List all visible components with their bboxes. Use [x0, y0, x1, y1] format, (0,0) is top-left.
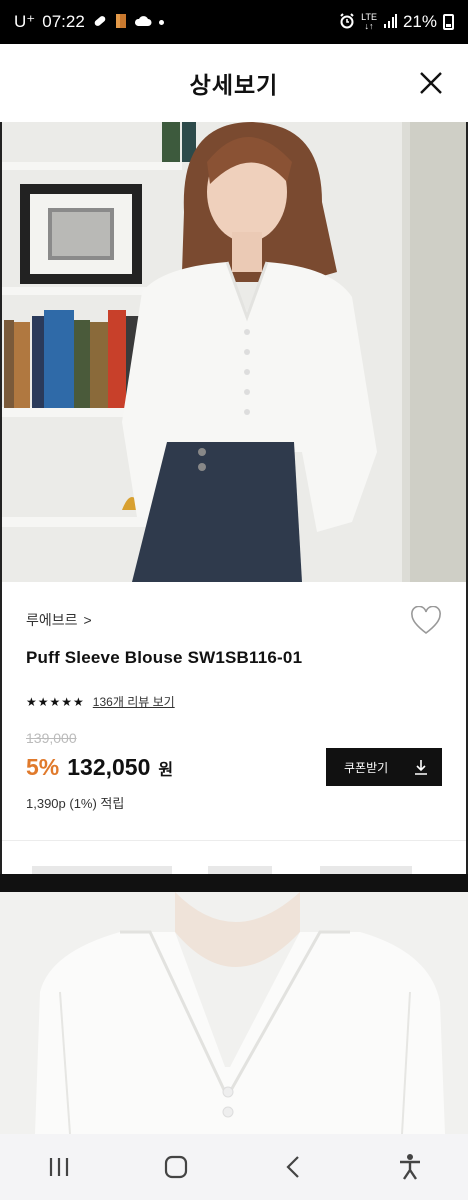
accessibility-button[interactable] — [380, 1142, 440, 1192]
product-card: 루에브르 > Puff Sleeve Blouse SW1SB116-01 ★★… — [0, 122, 468, 874]
coupon-download-button[interactable]: 쿠폰받기 — [326, 748, 442, 786]
home-button[interactable] — [146, 1142, 206, 1192]
app-screen: U⁺ 07:22 LTE ↓↑ 21% 상세보기 루에브르 > Puff Sle… — [0, 0, 468, 1200]
home-icon — [164, 1155, 187, 1179]
section-separator — [0, 874, 468, 892]
chevron-right-icon: > — [83, 612, 92, 628]
rating-row: ★★★★★ 136개 리뷰 보기 — [26, 693, 175, 710]
status-bar: U⁺ 07:22 LTE ↓↑ 21% — [0, 0, 468, 44]
battery-icon — [443, 14, 454, 30]
heart-icon — [411, 605, 441, 635]
carrier-label: U⁺ — [14, 12, 36, 31]
pill-icon — [92, 13, 108, 31]
reward-points: 1,390p (1%) 적립 — [26, 796, 125, 811]
recent-apps-icon — [49, 1158, 68, 1176]
brand-name: 루에브르 — [26, 612, 78, 628]
recent-apps-button[interactable] — [29, 1142, 89, 1192]
accessibility-icon — [399, 1154, 420, 1180]
download-icon — [415, 760, 427, 775]
back-button[interactable] — [263, 1142, 323, 1192]
brand-link[interactable]: 루에브르 > — [26, 610, 92, 630]
section-divider — [2, 840, 466, 841]
signal-icon — [383, 14, 397, 30]
close-icon — [420, 72, 442, 94]
page-title: 상세보기 — [189, 72, 279, 98]
cutoff-row-placeholder — [32, 866, 172, 874]
back-icon — [285, 1156, 299, 1178]
app-notification-icon — [115, 13, 127, 31]
header: 상세보기 — [0, 44, 468, 122]
star-rating: ★★★★★ — [26, 694, 85, 709]
product-main-image[interactable] — [2, 122, 466, 582]
network-label: LTE — [361, 12, 377, 22]
price-row: 5% 132,050 원 — [26, 754, 173, 781]
clock: 07:22 — [42, 12, 85, 31]
status-right: LTE ↓↑ 21% — [339, 12, 454, 32]
product-detail-image[interactable] — [0, 892, 468, 1134]
more-notifications-dot-icon — [158, 19, 164, 25]
status-left: U⁺ 07:22 — [14, 12, 164, 32]
system-navigation-bar — [0, 1134, 468, 1200]
product-name: Puff Sleeve Blouse SW1SB116-01 — [26, 648, 303, 667]
cloud-icon — [134, 15, 152, 29]
coupon-button-label: 쿠폰받기 — [344, 760, 389, 775]
cutoff-row-placeholder — [208, 866, 272, 874]
network-type: LTE ↓↑ — [361, 12, 377, 31]
close-button[interactable] — [414, 66, 448, 100]
sale-price: 132,050 — [67, 754, 151, 780]
discount-rate: 5% — [26, 754, 60, 780]
original-price: 139,000 — [26, 730, 77, 746]
alarm-icon — [339, 13, 355, 31]
battery-percent: 21% — [402, 12, 437, 31]
review-link[interactable]: 136개 리뷰 보기 — [93, 693, 175, 710]
currency-label: 원 — [158, 762, 174, 779]
wishlist-button[interactable] — [410, 605, 442, 636]
cutoff-row-placeholder — [320, 866, 412, 874]
